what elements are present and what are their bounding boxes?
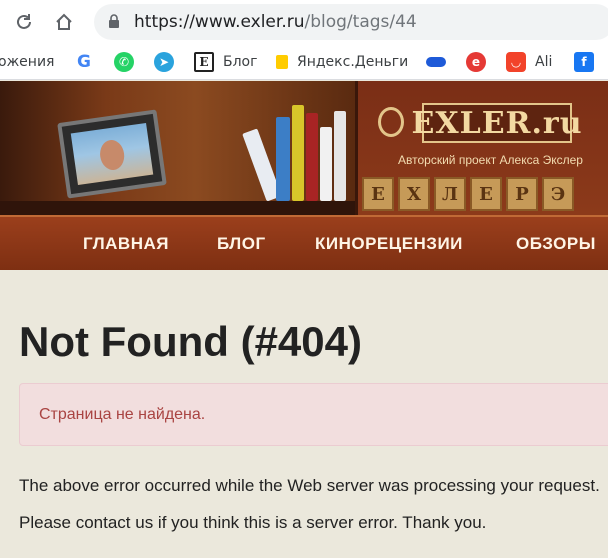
letter-tile: Э xyxy=(542,177,574,211)
bookmarks-bar: ожения G ✆ ➤ E Блог Яндекс.Деньги e ◡ Ali … xyxy=(0,44,608,80)
bookmark-label: Ali xyxy=(535,54,553,70)
ring-icon xyxy=(378,107,404,137)
exler-icon: E xyxy=(194,52,214,72)
facebook-icon: f xyxy=(574,52,594,72)
letter-tile: Х xyxy=(398,177,430,211)
error-description: The above error occurred while the Web s… xyxy=(19,476,600,495)
book xyxy=(306,113,318,201)
reload-icon xyxy=(17,14,31,29)
letter-tile: Е xyxy=(362,177,394,211)
menu-item-blog[interactable]: БЛОГ xyxy=(217,234,266,254)
bookmark-ali[interactable]: ◡ Ali xyxy=(506,51,552,73)
author-photo xyxy=(70,122,154,186)
bookmark-cloud[interactable] xyxy=(426,51,455,73)
url-text: https://www.exler.ru/blog/tags/44 xyxy=(134,12,417,32)
whatsapp-icon: ✆ xyxy=(114,52,134,72)
browser-toolbar: https://www.exler.ru/blog/tags/44 xyxy=(0,0,608,44)
bookmark-label: Блог xyxy=(223,54,258,70)
book xyxy=(334,111,346,201)
menu-item-movie-reviews[interactable]: КИНОРЕЦЕНЗИИ xyxy=(315,234,463,254)
bookmark-facebook[interactable]: f xyxy=(574,51,603,73)
letter-tile: Р xyxy=(506,177,538,211)
menu-item-home[interactable]: ГЛАВНАЯ xyxy=(83,234,169,254)
book xyxy=(320,127,332,201)
bookmark-yandex-money[interactable]: Яндекс.Деньги xyxy=(276,51,408,73)
telegram-icon: ➤ xyxy=(154,52,174,72)
bookmark-telegram[interactable]: ➤ xyxy=(154,51,183,73)
circle-e-icon: e xyxy=(466,52,486,72)
site-tagline: Авторский проект Алекса Экслер xyxy=(398,153,583,167)
main-menu: ГЛАВНАЯ БЛОГ КИНОРЕЦЕНЗИИ ОБЗОРЫ xyxy=(0,215,608,270)
letter-tile: Л xyxy=(434,177,466,211)
bookmark-google[interactable]: G xyxy=(74,51,103,73)
book xyxy=(292,105,304,201)
error-alert: Страница не найдена. xyxy=(19,383,608,446)
home-button[interactable] xyxy=(50,8,78,36)
site-logo[interactable]: EXLER.ru xyxy=(411,103,582,143)
google-icon: G xyxy=(74,52,94,72)
page-title: Not Found (#404) xyxy=(19,318,362,365)
lock-icon xyxy=(109,14,119,28)
reload-button[interactable] xyxy=(10,8,38,36)
bookmark-blog[interactable]: E Блог xyxy=(194,51,257,73)
letter-tile: Е xyxy=(470,177,502,211)
aliexpress-icon: ◡ xyxy=(506,52,526,72)
home-icon xyxy=(56,13,72,30)
bookmark-folder[interactable]: ожения xyxy=(0,51,54,73)
bookmark-e[interactable]: e xyxy=(466,51,495,73)
bookmark-whatsapp[interactable]: ✆ xyxy=(114,51,143,73)
alert-text: Страница не найдена. xyxy=(39,406,206,423)
yandex-money-icon xyxy=(276,55,288,69)
menu-item-reviews[interactable]: ОБЗОРЫ xyxy=(516,234,596,254)
photo-frame xyxy=(57,109,167,199)
bookmark-label: Яндекс.Деньги xyxy=(297,54,409,70)
book xyxy=(276,117,290,201)
brand-panel: EXLER.ru Авторский проект Алекса Экслер … xyxy=(355,81,608,215)
letter-tiles: Е Х Л Е Р Э xyxy=(358,177,608,215)
cloud-icon xyxy=(426,57,446,67)
shelf-plank xyxy=(0,201,355,215)
contact-note: Please contact us if you think this is a… xyxy=(19,513,487,532)
address-bar[interactable]: https://www.exler.ru/blog/tags/44 xyxy=(94,4,608,40)
site-banner: EXLER.ru Авторский проект Алекса Экслер … xyxy=(0,81,608,215)
bookmark-label: ожения xyxy=(0,54,55,70)
